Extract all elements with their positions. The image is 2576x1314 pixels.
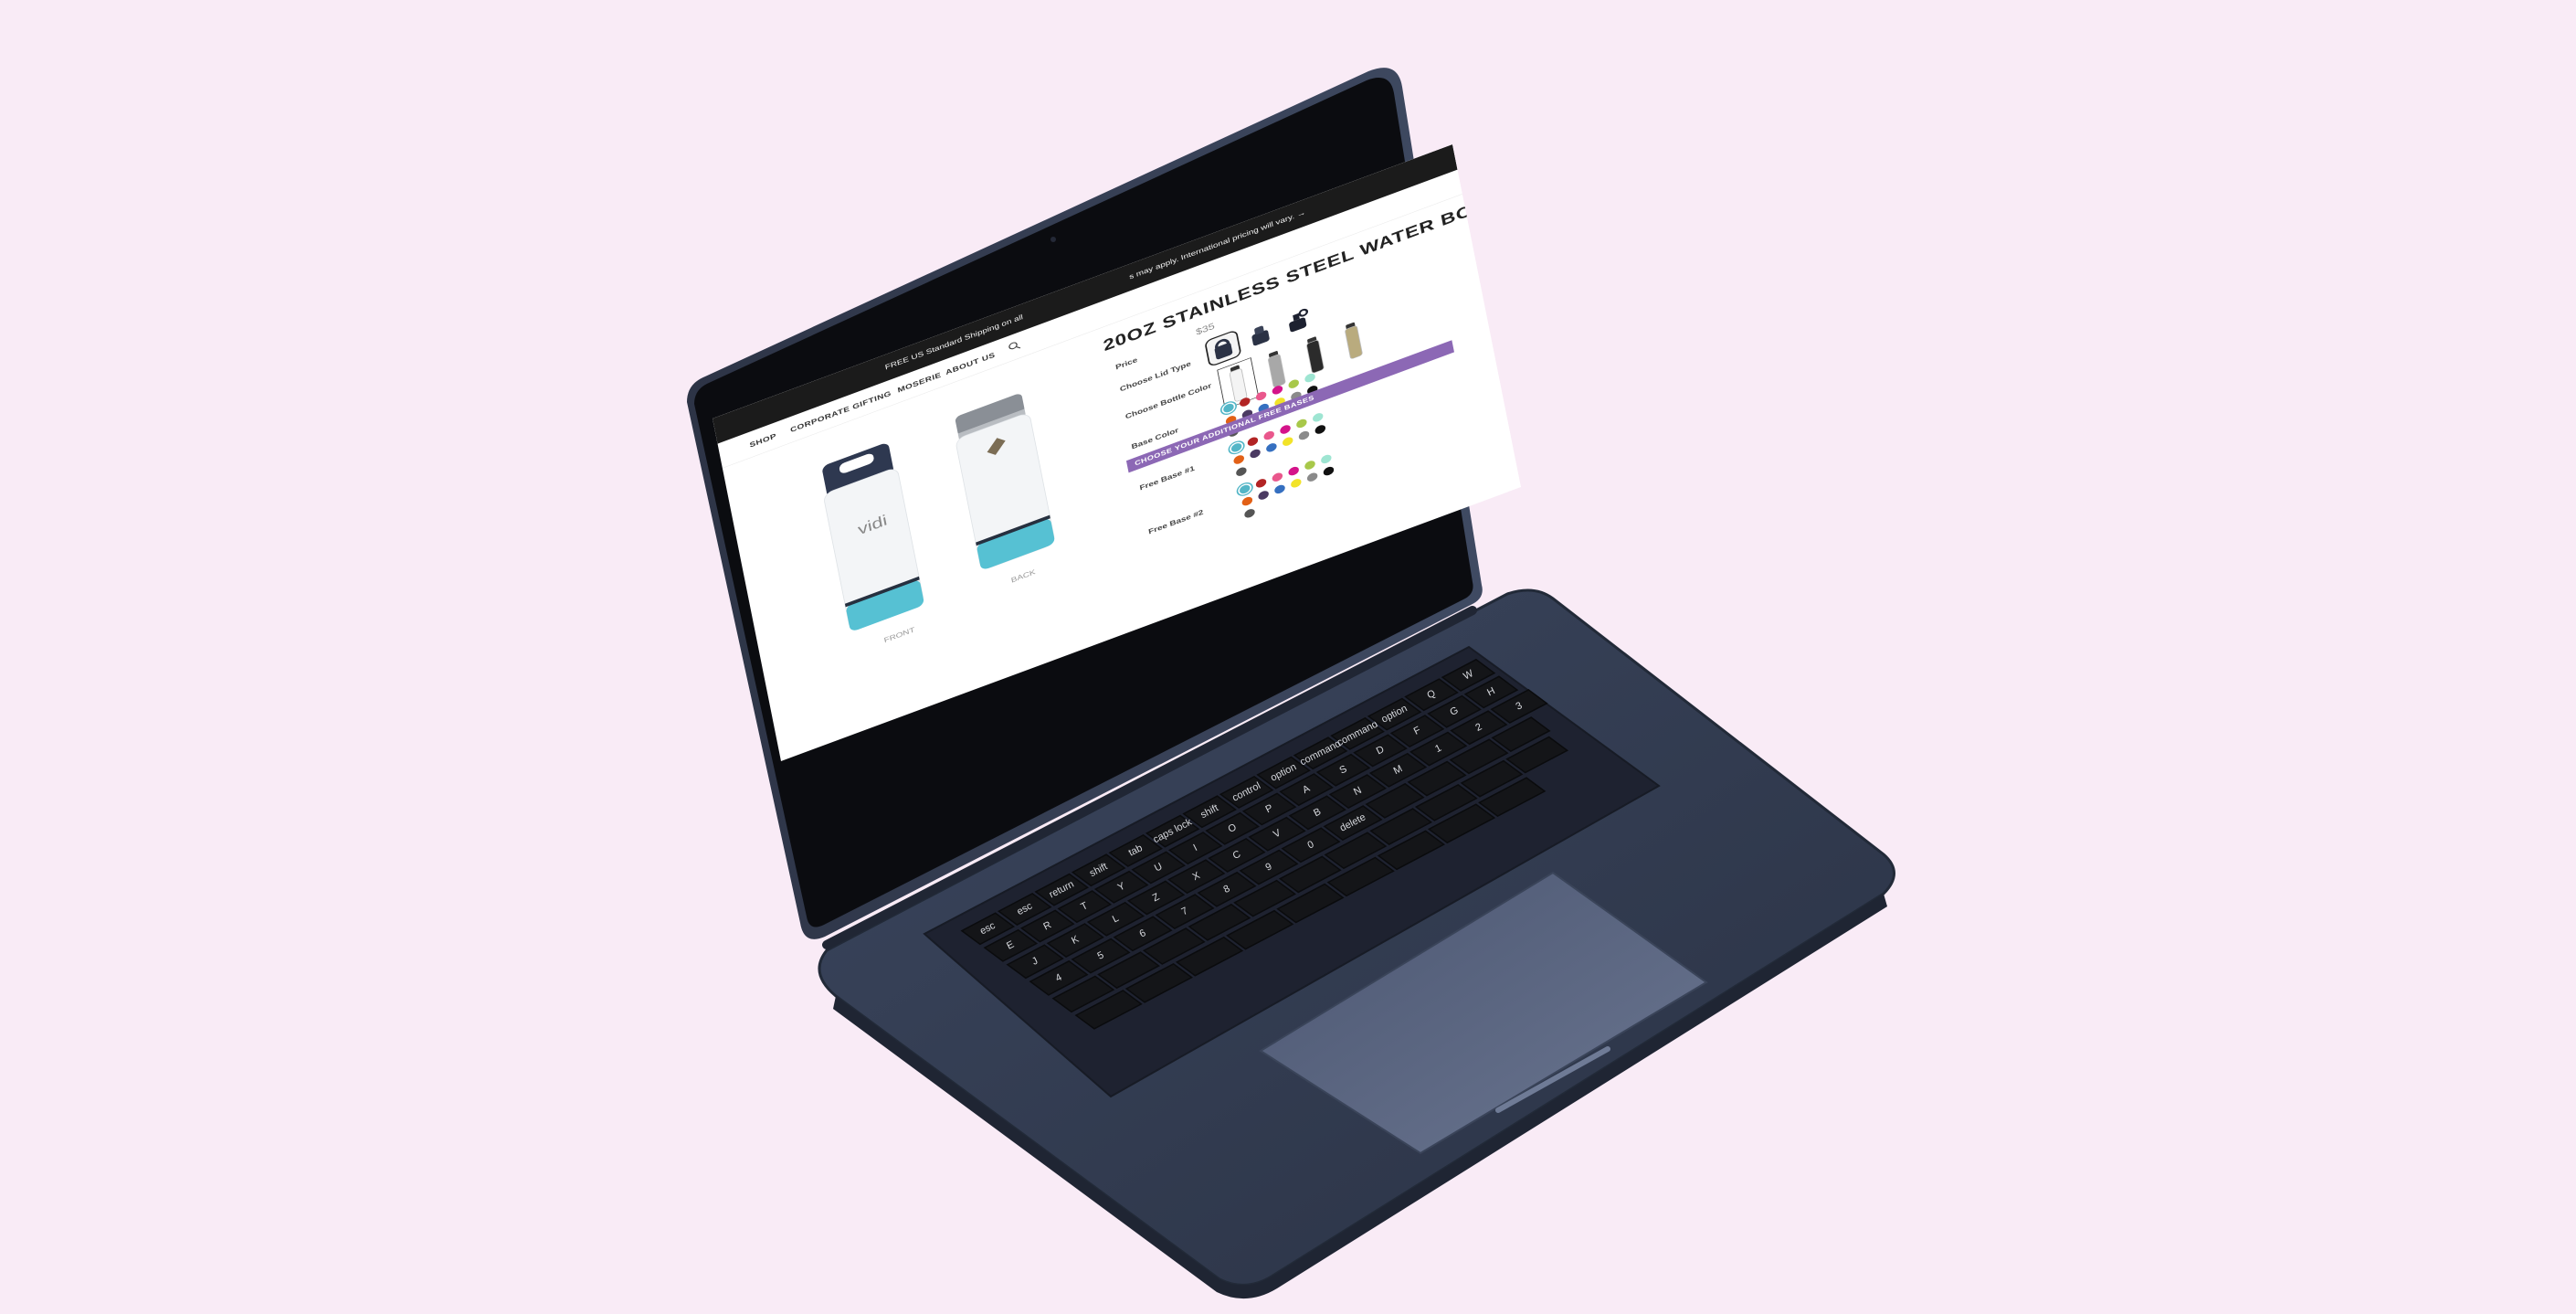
color-swatch[interactable] — [1265, 441, 1278, 454]
color-swatch[interactable] — [1249, 448, 1262, 460]
nav-moserie[interactable]: MOSERIE — [897, 371, 942, 395]
color-swatch[interactable] — [1312, 411, 1325, 424]
lid-option-sport-spout[interactable] — [1280, 303, 1314, 338]
free-base-2-label: Free Base #2 — [1147, 507, 1205, 536]
price-label: Price — [1114, 355, 1138, 372]
free-base-1-label: Free Base #1 — [1138, 463, 1196, 493]
color-swatch[interactable] — [1240, 495, 1253, 507]
color-swatch[interactable] — [1295, 418, 1308, 429]
color-swatch[interactable] — [1255, 477, 1268, 490]
color-swatch[interactable] — [1287, 465, 1300, 477]
bottle-color-option[interactable] — [1334, 315, 1374, 366]
camera-icon — [1050, 237, 1056, 242]
color-swatch[interactable] — [1230, 441, 1243, 454]
chug-cap-lid-icon — [1251, 325, 1270, 346]
color-swatch[interactable] — [1298, 429, 1311, 441]
color-swatch[interactable] — [1320, 453, 1333, 465]
bottle-color-option[interactable] — [1294, 330, 1335, 380]
laptop-scene: escescreturnshifttabcaps lockshiftcontro… — [687, 68, 1895, 1299]
nav-shop[interactable]: SHOP — [749, 431, 777, 449]
color-swatch[interactable] — [1273, 483, 1286, 495]
color-swatch[interactable] — [1243, 507, 1256, 520]
bottle-front-image[interactable]: vidi — [798, 429, 945, 651]
price-value: $35 — [1195, 321, 1216, 338]
color-swatch[interactable] — [1279, 423, 1292, 436]
color-swatch[interactable] — [1235, 465, 1248, 478]
color-swatch[interactable] — [1314, 423, 1326, 436]
color-swatch[interactable] — [1322, 465, 1335, 477]
color-swatch[interactable] — [1290, 477, 1303, 490]
lid-option-chug-cap[interactable] — [1243, 317, 1278, 352]
color-swatch[interactable] — [1271, 471, 1283, 483]
color-swatch[interactable] — [1306, 471, 1319, 483]
color-swatch[interactable] — [1282, 435, 1294, 448]
bottle-color-option[interactable] — [1217, 357, 1260, 409]
bottle-color-label: Choose Bottle Color — [1124, 381, 1212, 421]
bottle-back-image[interactable] — [932, 379, 1077, 590]
lid-option-round-handle[interactable] — [1204, 329, 1242, 368]
color-swatch[interactable] — [1232, 453, 1245, 466]
color-swatch[interactable] — [1257, 489, 1270, 502]
color-swatch[interactable] — [1262, 429, 1275, 441]
search-icon[interactable] — [1008, 340, 1021, 353]
sport-spout-lid-icon — [1289, 308, 1309, 333]
round-handle-lid-icon — [1214, 338, 1233, 360]
color-swatch[interactable] — [1239, 483, 1251, 495]
color-swatch[interactable] — [1304, 459, 1316, 472]
color-swatch[interactable] — [1246, 435, 1259, 448]
